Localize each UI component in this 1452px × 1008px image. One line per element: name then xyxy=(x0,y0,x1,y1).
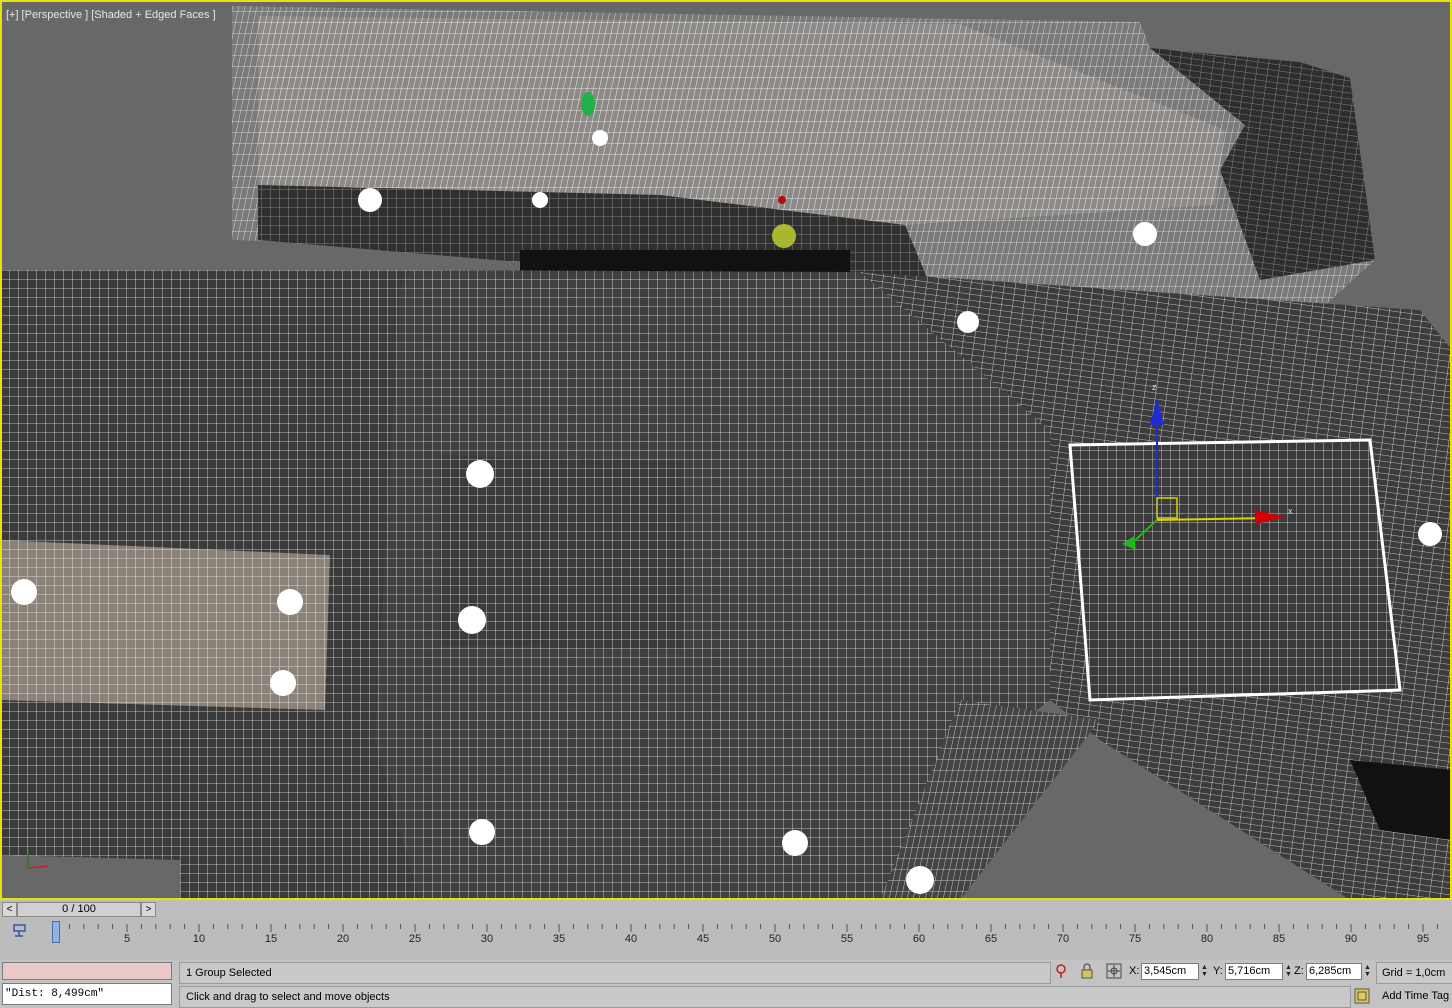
time-next-button[interactable]: > xyxy=(141,902,156,917)
prompt-line-panel: Click and drag to select and move object… xyxy=(179,986,1351,1008)
selection-count-text: 1 Group Selected xyxy=(186,967,272,979)
ruler-tick-label: 60 xyxy=(913,933,925,945)
current-frame-marker xyxy=(52,921,60,943)
ruler-tick-label: 20 xyxy=(337,933,349,945)
trackbar-ruler[interactable]: 05101520253035404550556065707580859095 xyxy=(0,918,1452,960)
viewport-pov-menu[interactable]: [Perspective ] xyxy=(22,9,89,21)
selection-lock-icon[interactable] xyxy=(1079,963,1095,979)
time-slider-bar: < 0 / 100 > xyxy=(0,900,1452,918)
viewport-shading-menu[interactable]: [Shaded + Edged Faces ] xyxy=(91,9,215,21)
y-coord-spinner[interactable]: ▲ ▼ xyxy=(1284,964,1293,979)
ruler-tick-label: 10 xyxy=(193,933,205,945)
ruler-tick-label: 35 xyxy=(553,933,565,945)
status-bar: "Dist: 8,499cm" 1 Group Selected Click a… xyxy=(0,960,1452,1008)
x-coord-label: X: xyxy=(1129,965,1140,977)
add-time-tag-label: Add Time Tag xyxy=(1382,990,1450,1002)
ruler-tick-label: 95 xyxy=(1417,933,1429,945)
ruler-tick-label: 15 xyxy=(265,933,277,945)
ruler-tick-label: 55 xyxy=(841,933,853,945)
gizmo-z-label: z xyxy=(1152,382,1157,392)
ruler-tick-label: 80 xyxy=(1201,933,1213,945)
prompt-text: Click and drag to select and move object… xyxy=(186,991,390,1003)
isolate-selection-icon[interactable] xyxy=(1053,963,1069,979)
x-coord-field[interactable]: 3,545cm xyxy=(1141,963,1199,980)
ruler-tick-label: 85 xyxy=(1273,933,1285,945)
ruler-tick-label: 90 xyxy=(1345,933,1357,945)
z-coord-field[interactable]: 6,285cm xyxy=(1306,963,1362,980)
ruler-tick-label: 70 xyxy=(1057,933,1069,945)
perspective-viewport[interactable]: x z [+] [Perspective ] [Shaded + Edged Fac… xyxy=(0,0,1452,900)
trackbar[interactable]: 05101520253035404550556065707580859095 xyxy=(0,918,1452,960)
selection-status-panel: 1 Group Selected xyxy=(179,962,1051,984)
z-coord-label: Z: xyxy=(1294,965,1304,977)
gizmo-x-label: x xyxy=(1288,506,1293,516)
time-tag-icon[interactable] xyxy=(1354,988,1370,1004)
viewport-label[interactable]: [+] [Perspective ] [Shaded + Edged Faces ] xyxy=(6,9,219,21)
grid-size-panel: Grid = 1,0cm xyxy=(1376,962,1452,984)
maxscript-listener-top[interactable] xyxy=(2,962,172,980)
viewport-plus-menu[interactable]: [+] xyxy=(6,9,19,21)
grid-size-text: Grid = 1,0cm xyxy=(1382,967,1446,979)
ruler-tick-label: 30 xyxy=(481,933,493,945)
time-slider[interactable]: 0 / 100 xyxy=(17,902,141,917)
ruler-tick-label: 75 xyxy=(1129,933,1141,945)
x-coord-spinner[interactable]: ▲ ▼ xyxy=(1200,964,1209,979)
add-time-tag-button[interactable]: Add Time Tag xyxy=(1376,986,1452,1006)
time-prev-button[interactable]: < xyxy=(2,902,17,917)
y-coord-field[interactable]: 5,716cm xyxy=(1225,963,1283,980)
ruler-tick-label: 25 xyxy=(409,933,421,945)
y-coord-label: Y: xyxy=(1213,965,1223,977)
absolute-offset-mode-icon[interactable] xyxy=(1106,963,1122,979)
wireframe-scene[interactable]: x z xyxy=(0,0,1452,900)
ruler-tick-label: 40 xyxy=(625,933,637,945)
maxscript-listener-bottom[interactable]: "Dist: 8,499cm" xyxy=(2,983,172,1005)
z-coord-spinner[interactable]: ▲ ▼ xyxy=(1363,964,1372,979)
ruler-tick-label: 50 xyxy=(769,933,781,945)
ruler-tick-label: 5 xyxy=(124,933,130,945)
ruler-tick-label: 45 xyxy=(697,933,709,945)
ruler-tick-label: 65 xyxy=(985,933,997,945)
